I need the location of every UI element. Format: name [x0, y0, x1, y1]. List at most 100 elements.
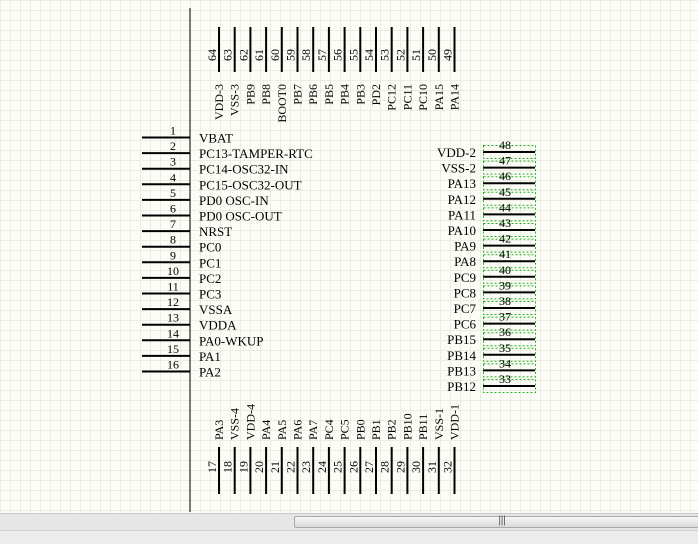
pin-number: 58 — [299, 49, 313, 61]
pin-number: 4 — [170, 170, 176, 184]
pin-name: PC11 — [400, 84, 414, 110]
pin-number: 2 — [170, 139, 176, 153]
pin-number: 35 — [499, 341, 511, 355]
scrollbar-thumb[interactable]: ||| — [294, 515, 698, 528]
pin-name: PC2 — [199, 271, 221, 286]
pin-number: 61 — [252, 49, 266, 61]
pin-number: 24 — [315, 461, 329, 473]
pin-name: PC3 — [199, 287, 221, 302]
pin-name: VBAT — [199, 131, 233, 146]
pin-name: PB11 — [416, 414, 430, 440]
pin-name: PC0 — [199, 240, 221, 255]
pin-number: 54 — [362, 49, 376, 61]
pin-number: 34 — [499, 356, 511, 370]
pin-name: VSS-1 — [432, 408, 446, 440]
pin-name: PC7 — [454, 301, 477, 316]
pin-number: 9 — [170, 248, 176, 262]
pin-name: VSS-4 — [228, 408, 242, 440]
schematic-canvas[interactable]: 1 VBAT 2 PC13-TAMPER-RTC 3 PC14-OSC32-IN 4 PC15… — [0, 0, 698, 513]
pin-number: 16 — [167, 358, 179, 372]
pin-number: 47 — [499, 154, 511, 168]
pin-name: PA11 — [448, 207, 476, 222]
pin-number: 56 — [331, 49, 345, 61]
pin-name: VSSA — [199, 302, 233, 317]
pin-name: PC14-OSC32-IN — [199, 162, 289, 177]
pin-name: PC4 — [322, 419, 336, 440]
pin-number: 46 — [499, 169, 511, 183]
pin-number: 12 — [167, 295, 179, 309]
pin-number: 22 — [284, 461, 298, 473]
pin-number: 5 — [170, 186, 176, 200]
pin-number: 42 — [499, 232, 511, 246]
pin-number: 37 — [499, 310, 511, 324]
pin-name: VDDA — [199, 318, 237, 333]
pin-number: 32 — [441, 461, 455, 473]
pin-name: PB9 — [243, 84, 257, 105]
component-symbol[interactable]: 1 VBAT2 PC13-TAMPER-RTC3 PC14-OSC32-IN4 PC15… — [0, 0, 698, 513]
pin-name: VDD-1 — [448, 404, 462, 440]
pin-number: 10 — [167, 264, 179, 278]
pin-number: 26 — [346, 461, 360, 473]
pin-number: 20 — [252, 461, 266, 473]
pin-name: PC10 — [416, 84, 430, 111]
pin-name: PA8 — [454, 254, 476, 269]
pin-name: PB7 — [291, 84, 305, 105]
pin-number: 55 — [346, 49, 360, 61]
pin-name: PB6 — [306, 84, 320, 105]
pin-number: 38 — [499, 294, 511, 308]
pin-name: PA14 — [448, 84, 462, 110]
scroll-grip-icon: ||| — [498, 515, 506, 526]
pin-number: 60 — [268, 49, 282, 61]
pin-number: 7 — [170, 217, 176, 231]
pin-number: 11 — [167, 280, 179, 294]
pin-number: 51 — [409, 49, 423, 61]
pin-number: 49 — [441, 49, 455, 61]
pin-name: PB5 — [322, 84, 336, 105]
pin-name: PC13-TAMPER-RTC — [199, 146, 313, 161]
scrollbar-track[interactable]: ||| — [0, 514, 698, 531]
pin-64[interactable]: 64 VDD-3 — [205, 27, 226, 120]
pin-name: PC1 — [199, 255, 221, 270]
pin-name: PB15 — [447, 332, 476, 347]
pin-name: PA9 — [454, 239, 476, 254]
pin-number: 19 — [236, 461, 250, 473]
pin-name: PA10 — [448, 223, 476, 238]
pin-number: 27 — [362, 461, 376, 473]
pin-number: 48 — [499, 138, 511, 152]
pin-number: 41 — [499, 247, 511, 261]
pin-17[interactable]: 17 PA3 — [205, 420, 226, 494]
pin-number: 30 — [409, 461, 423, 473]
pin-name: PD0 OSC-IN — [199, 193, 269, 208]
pin-60[interactable]: 60 BOOT0 — [268, 27, 289, 123]
pin-number: 6 — [170, 202, 176, 216]
pin-number: 36 — [499, 325, 511, 339]
pin-name: PC8 — [454, 285, 476, 300]
pin-name: PC12 — [385, 84, 399, 111]
pin-number: 63 — [221, 49, 235, 61]
pin-name: NRST — [199, 224, 232, 239]
pin-name: PA7 — [306, 420, 320, 440]
pin-number: 17 — [205, 461, 219, 473]
pin-name: VDD-4 — [243, 404, 257, 440]
pin-number: 31 — [425, 461, 439, 473]
pin-number: 44 — [499, 200, 511, 214]
horizontal-scrollbar[interactable]: ||| — [0, 513, 698, 544]
pin-48[interactable]: 48 VDD-2 — [437, 138, 536, 160]
pin-name: PC6 — [454, 317, 477, 332]
pin-number: 14 — [167, 326, 179, 340]
pin-number: 23 — [299, 461, 313, 473]
pin-number: 53 — [378, 49, 392, 61]
pin-name: VSS-2 — [441, 161, 476, 176]
pin-number: 40 — [499, 263, 511, 277]
pin-name: PD2 — [369, 84, 383, 105]
pin-number: 13 — [167, 311, 179, 325]
pin-name: PC9 — [454, 270, 476, 285]
pin-number: 33 — [499, 372, 511, 386]
pin-number: 1 — [170, 124, 176, 138]
pin-name: PB10 — [400, 413, 414, 440]
pin-1[interactable]: 1 VBAT — [142, 124, 233, 146]
pin-number: 50 — [425, 49, 439, 61]
pin-number: 29 — [393, 461, 407, 473]
pin-number: 28 — [378, 461, 392, 473]
pin-name: BOOT0 — [275, 84, 289, 123]
